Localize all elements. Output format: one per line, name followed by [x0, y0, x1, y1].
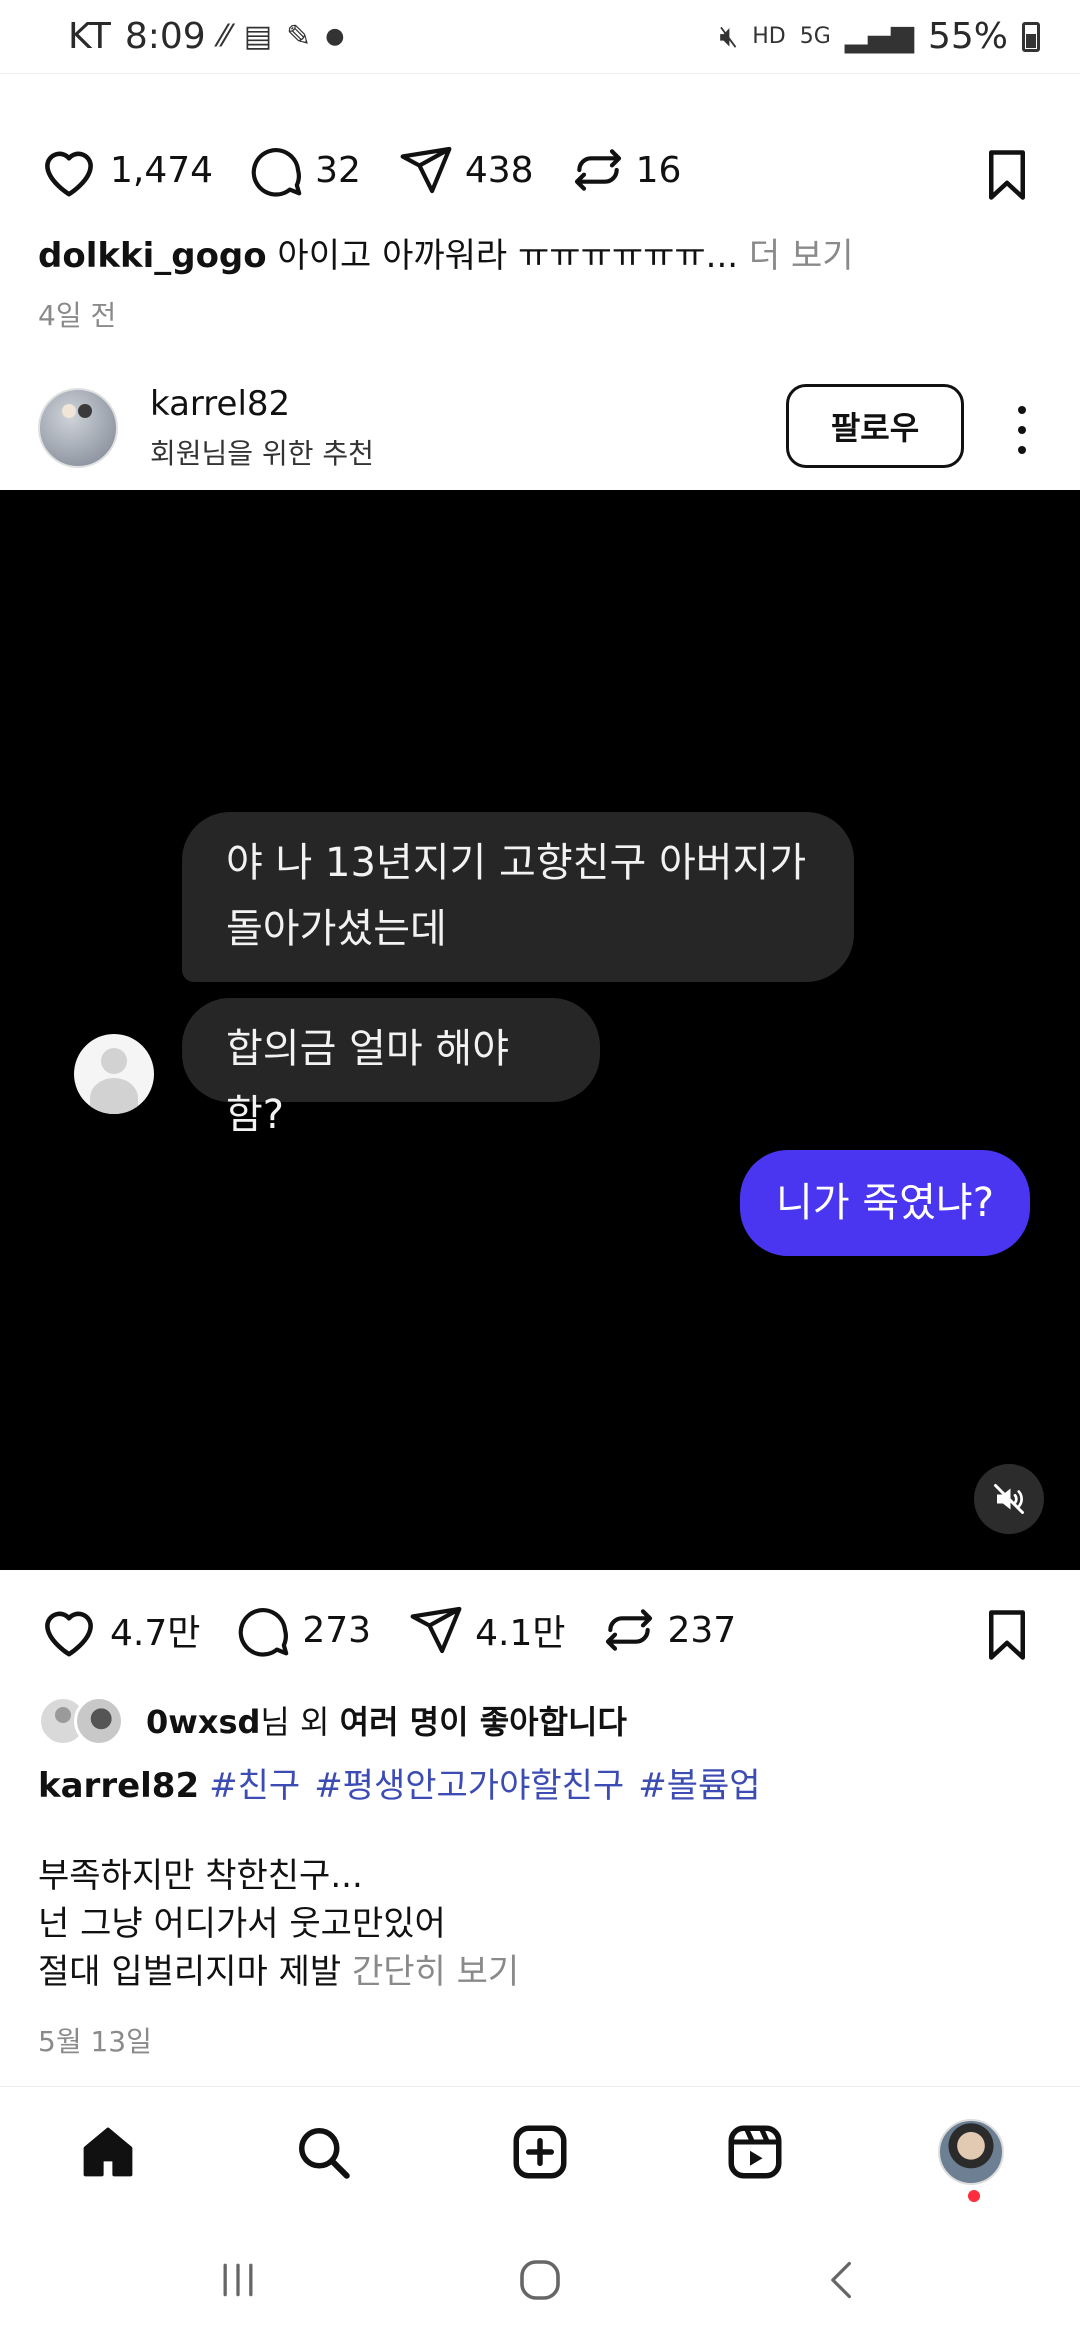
post2-body-line2: 넌 그냥 어디가서 웃고만있어	[38, 1904, 446, 1944]
post2-header: karrel82 회원님을 위한 추천 팔로우	[0, 370, 1080, 486]
app-notification-icon: ✎	[286, 19, 312, 54]
calendar-icon: ▤	[243, 19, 273, 54]
more-options-icon[interactable]	[1004, 400, 1040, 460]
bottom-nav	[0, 2086, 1080, 2216]
bookmark-icon[interactable]	[982, 148, 1032, 202]
post1-date: 4일 전	[38, 299, 117, 332]
liked-by-avatar	[74, 1696, 124, 1746]
liked-by-text: 0wxsd님 외 여러 명이 좋아합니다	[146, 1697, 627, 1743]
post1-caption-username[interactable]: dolkki_gogo	[38, 236, 267, 276]
share-send-icon[interactable]	[407, 1602, 465, 1658]
more-notifications-dot-icon: ●	[325, 24, 345, 49]
liked-by-user[interactable]: 0wxsd	[146, 1703, 260, 1741]
incoming-message-2: 합의금 얼마 해야함?	[182, 998, 600, 1138]
post1-caption: dolkki_gogo 아이고 아까워라 ㅠㅠㅠㅠㅠㅠ... 더 보기	[38, 228, 854, 277]
post2-comment-count: 273	[302, 1609, 372, 1651]
recents-icon[interactable]	[208, 2250, 268, 2310]
post2-body-line3-wrap: 절대 입벌리지마 제발 간단히 보기	[38, 1948, 519, 1996]
status-bar: KT 8:09 ⁄⁄ ▤ ✎ ● 🔇︎ HD 5G ▂▄▆ 55%	[0, 0, 1080, 74]
like-heart-icon[interactable]	[38, 142, 100, 198]
hashtag[interactable]: #평생안고가야할친구	[314, 1766, 624, 1806]
comment-icon[interactable]	[249, 142, 305, 198]
liked-by-mid: 님 외	[260, 1703, 340, 1741]
signal-icon: ▂▄▆	[844, 19, 914, 54]
repost-icon[interactable]	[601, 1602, 657, 1658]
post2-caption: karrel82 #친구 #평생안고가야할친구 #볼륨업	[38, 1758, 775, 1807]
post1-like-count: 1,474	[110, 149, 214, 191]
notification-dot	[968, 2190, 980, 2202]
profile-avatar[interactable]	[936, 2117, 1006, 2187]
hashtag[interactable]: #친구	[209, 1766, 300, 1806]
post2-username[interactable]: karrel82	[150, 384, 290, 424]
post2-like-count: 4.7만	[110, 1613, 201, 1654]
liked-by-row[interactable]: 0wxsd님 외 여러 명이 좋아합니다	[38, 1692, 627, 1748]
post2-body-line1: 부족하지만 착한친구...	[38, 1856, 363, 1896]
liked-by-rest[interactable]: 여러 명이 좋아합니다	[340, 1703, 627, 1741]
post2-author-avatar[interactable]	[38, 388, 118, 468]
incoming-message-1: 야 나 13년지기 고향친구 아버지가 돌아가셨는데	[182, 812, 854, 982]
home-icon[interactable]	[73, 2117, 143, 2187]
carrier-label: KT	[68, 16, 111, 57]
missed-call-icon: ⁄⁄	[219, 19, 230, 54]
post2-action-bar: 4.7만 273 4.1만 237	[0, 1580, 1080, 1680]
post2-date: 5월 13일	[38, 2025, 152, 2058]
battery-icon	[1022, 21, 1040, 52]
incoming-message-1-line2: 돌아가셨는데	[226, 906, 447, 952]
like-heart-icon[interactable]	[38, 1602, 100, 1658]
network-5g-icon: 5G	[799, 24, 831, 49]
liked-by-avatars	[38, 1692, 134, 1748]
show-less-link[interactable]: 간단히 보기	[341, 1952, 519, 1992]
bookmark-icon[interactable]	[982, 1608, 1032, 1662]
hd-icon: HD	[752, 24, 786, 49]
outgoing-message: 니가 죽였냐?	[740, 1150, 1030, 1256]
mute-icon: 🔇︎	[719, 19, 739, 54]
more-link[interactable]: 더 보기	[738, 236, 854, 276]
chat-avatar	[74, 1034, 154, 1114]
system-nav-bar	[0, 2216, 1080, 2340]
repost-icon[interactable]	[570, 142, 626, 198]
post2-body: 부족하지만 착한친구... 넌 그냥 어디가서 웃고만있어 절대 입벌리지마 제…	[38, 1852, 519, 1996]
post1-comment-count: 32	[315, 149, 361, 191]
search-icon[interactable]	[288, 2117, 358, 2187]
post2-repost-count: 237	[667, 1609, 737, 1651]
comment-icon[interactable]	[236, 1602, 292, 1658]
post2-suggested-label: 회원님을 위한 추천	[150, 437, 374, 470]
post1-share-count: 438	[464, 149, 534, 191]
incoming-message-1-line1: 야 나 13년지기 고향친구 아버지가	[226, 840, 807, 886]
back-icon[interactable]	[812, 2250, 872, 2310]
post1-repost-count: 16	[635, 149, 682, 191]
post1-caption-text: 아이고 아까워라 ㅠㅠㅠㅠㅠㅠ...	[266, 236, 739, 276]
share-send-icon[interactable]	[397, 142, 455, 198]
reels-icon[interactable]	[720, 2117, 790, 2187]
mute-toggle-icon[interactable]	[974, 1464, 1044, 1534]
follow-button[interactable]: 팔로우	[786, 384, 964, 468]
hashtag[interactable]: #볼륨업	[638, 1766, 760, 1806]
post1-action-bar: 1,474 32 438 16	[0, 120, 1080, 220]
post2-share-count: 4.1만	[475, 1613, 566, 1654]
post2-body-line3: 절대 입벌리지마 제발	[38, 1952, 342, 1992]
home-circle-icon[interactable]	[510, 2250, 570, 2310]
post2-video[interactable]: 야 나 13년지기 고향친구 아버지가 돌아가셨는데 합의금 얼마 해야함? 니…	[0, 490, 1080, 1570]
battery-percent: 55%	[927, 16, 1008, 57]
create-icon[interactable]	[505, 2117, 575, 2187]
clock: 8:09	[124, 16, 206, 57]
post2-caption-username[interactable]: karrel82	[38, 1766, 199, 1806]
